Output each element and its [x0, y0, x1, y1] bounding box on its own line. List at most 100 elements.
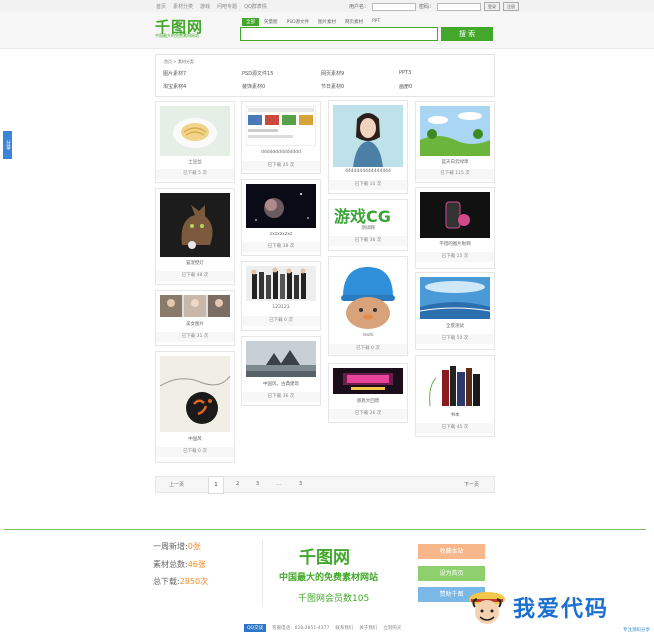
search-button[interactable]: 搜 索 [441, 27, 493, 41]
page-1[interactable]: 1 [208, 476, 224, 494]
card-title[interactable]: 蓝天白云绿草 [416, 159, 494, 165]
material-card[interactable]: 美女图片 已下载 31 次 [155, 290, 235, 346]
category-item[interactable]: 节日素材0 [321, 83, 344, 90]
search-tab-ppt[interactable]: PPT [368, 18, 384, 26]
top-nav-qq[interactable]: QQ群表情 [244, 3, 267, 10]
category-item[interactable]: 网页素材9 [321, 70, 344, 77]
material-card[interactable]: 游戏CG 测试啊 已下载 36 次 [328, 199, 408, 251]
search-tab-web[interactable]: 网页素材 [341, 18, 367, 26]
thumbnail-image[interactable] [420, 192, 490, 238]
stat-week: 一周新增:0张 [153, 542, 201, 551]
search-tab-vector[interactable]: 矢量图 [260, 18, 282, 26]
top-nav-home[interactable]: 首页 [156, 3, 166, 10]
card-downloads: 已下载 0 次 [242, 316, 320, 326]
card-downloads: 已下载 36 次 [242, 392, 320, 402]
thumbnail-image[interactable] [246, 341, 316, 377]
thumbnail-image[interactable] [246, 266, 316, 301]
card-downloads: 已下载 0 次 [156, 447, 234, 457]
material-card[interactable]: 猫宠壁灯 已下载 48 次 [155, 188, 235, 285]
buy-link[interactable]: 立刻购买 [383, 625, 401, 631]
thumbnail-image[interactable] [333, 105, 403, 167]
set-homepage-button[interactable]: 设为首页 [418, 566, 485, 581]
material-card[interactable]: 4444444444444444 已下载 10 次 [328, 100, 408, 194]
contact-link[interactable]: 联系我们 [335, 625, 353, 631]
search-tab-image[interactable]: 图片素材 [314, 18, 340, 26]
category-item[interactable]: 画册0 [399, 83, 412, 90]
material-card[interactable]: 蓝天白云绿草 已下载 115 次 [415, 101, 495, 183]
qq-chat-button[interactable]: QQ交谈 [244, 624, 267, 632]
material-card[interactable]: 感恩大回馈 已下载 26 次 [328, 363, 408, 423]
thumbnail-image[interactable] [160, 193, 230, 257]
card-title[interactable]: 感恩大回馈 [329, 398, 407, 404]
material-card[interactable]: 中国风，古典建筑 已下载 36 次 [241, 336, 321, 406]
material-card[interactable]: dddddddddddddd 已下载 25 次 [241, 101, 321, 174]
thumbnail-image[interactable] [160, 356, 230, 432]
thumbnail-image[interactable] [246, 106, 316, 146]
material-card[interactable]: reshi 已下载 0 次 [328, 256, 408, 356]
prev-page[interactable]: 上一页 [169, 481, 184, 488]
card-title[interactable]: 猫宠壁灯 [156, 260, 234, 266]
register-button[interactable]: 注册 [503, 2, 520, 11]
card-title[interactable]: 4444444444444444 [329, 169, 407, 174]
thumbnail-image[interactable] [333, 368, 403, 394]
material-card[interactable]: 不错的图片啦啊 已下载 15 次 [415, 187, 495, 269]
top-nav-games[interactable]: 游戏 [200, 3, 210, 10]
material-card[interactable]: 123123 已下载 0 次 [241, 261, 321, 331]
share-side-tab[interactable]: 分享 [3, 131, 12, 159]
card-downloads: 已下载 38 次 [242, 242, 320, 252]
card-title[interactable]: 不错的图片啦啊 [416, 241, 494, 247]
service-phone: 客服电话：028-2851-4377 [272, 626, 330, 631]
thumbnail-image[interactable] [420, 277, 490, 319]
category-item[interactable]: 图片素材7 [163, 70, 186, 77]
watermark-subtext: 专注源码分享 [623, 628, 650, 633]
page-3[interactable]: 3 [256, 481, 259, 487]
page-last[interactable]: 3 [299, 481, 302, 487]
card-title[interactable]: 土豆丝 [156, 159, 234, 165]
card-title[interactable]: 中国风，古典建筑 [242, 381, 320, 387]
card-subtitle[interactable]: 测试啊 [329, 225, 407, 231]
search-tab-all[interactable]: 全部 [242, 18, 259, 26]
stat-total: 素材总数:46张 [153, 560, 206, 569]
card-title[interactable]: reshi [329, 333, 407, 338]
search-tab-psd[interactable]: PSD源文件 [283, 18, 314, 26]
material-card[interactable]: 全景测试 已下载 50 次 [415, 272, 495, 350]
thumbnail-image[interactable] [246, 184, 316, 228]
password-input[interactable] [437, 2, 482, 11]
card-title[interactable]: 美女图片 [156, 321, 234, 327]
material-card[interactable]: 书本 已下载 45 次 [415, 355, 495, 437]
thumbnail-image[interactable] [420, 106, 490, 156]
category-item[interactable]: PSD源文件15 [242, 70, 273, 77]
category-item[interactable]: 淘宝素材4 [163, 83, 186, 90]
card-title[interactable]: 中国风 [156, 436, 234, 442]
bottom-bar: QQ交谈 客服电话：028-2851-4377 联系我们 关于我们 立刻购买 [244, 624, 401, 632]
next-page[interactable]: 下一页 [464, 481, 479, 488]
material-card[interactable]: 土豆丝 已下载 5 次 [155, 101, 235, 183]
thumbnail-image[interactable] [333, 261, 403, 331]
card-title[interactable]: dddddddddddddd [242, 150, 320, 155]
material-card[interactable]: zxzxzxzxz 已下载 38 次 [241, 179, 321, 256]
game-cg-banner[interactable]: 游戏CG [334, 203, 391, 227]
card-title[interactable]: 全景测试 [416, 323, 494, 329]
category-item[interactable]: PPT3 [399, 70, 411, 76]
thumbnail-image[interactable] [160, 295, 230, 317]
thumbnail-image[interactable] [420, 360, 490, 408]
watermark: 我爱代码 专注源码分享 [467, 587, 654, 635]
bookmark-button[interactable]: 收藏本站 [418, 544, 485, 559]
pirate-avatar-icon [469, 592, 505, 624]
top-nav-topics[interactable]: 问吧专题 [217, 3, 237, 10]
username-input[interactable] [372, 2, 417, 11]
card-downloads: 已下载 115 次 [416, 169, 494, 179]
card-title[interactable]: 书本 [416, 412, 494, 418]
material-card[interactable]: 中国风 已下载 0 次 [155, 351, 235, 463]
about-link[interactable]: 关于我们 [359, 625, 377, 631]
card-title[interactable]: zxzxzxzxz [242, 232, 320, 237]
category-item[interactable]: 装饰素材0 [242, 83, 265, 90]
page-2[interactable]: 2 [236, 481, 239, 487]
login-button[interactable]: 登录 [484, 2, 501, 11]
search-tabs: 全部 矢量图 PSD源文件 图片素材 网页素材 PPT [242, 18, 384, 26]
top-nav-categories[interactable]: 素材分类 [173, 3, 193, 10]
search-input[interactable] [240, 27, 438, 41]
thumbnail-image[interactable] [160, 106, 230, 156]
card-title[interactable]: 123123 [242, 305, 320, 310]
stat-downloads: 总下载:2850次 [153, 577, 209, 586]
